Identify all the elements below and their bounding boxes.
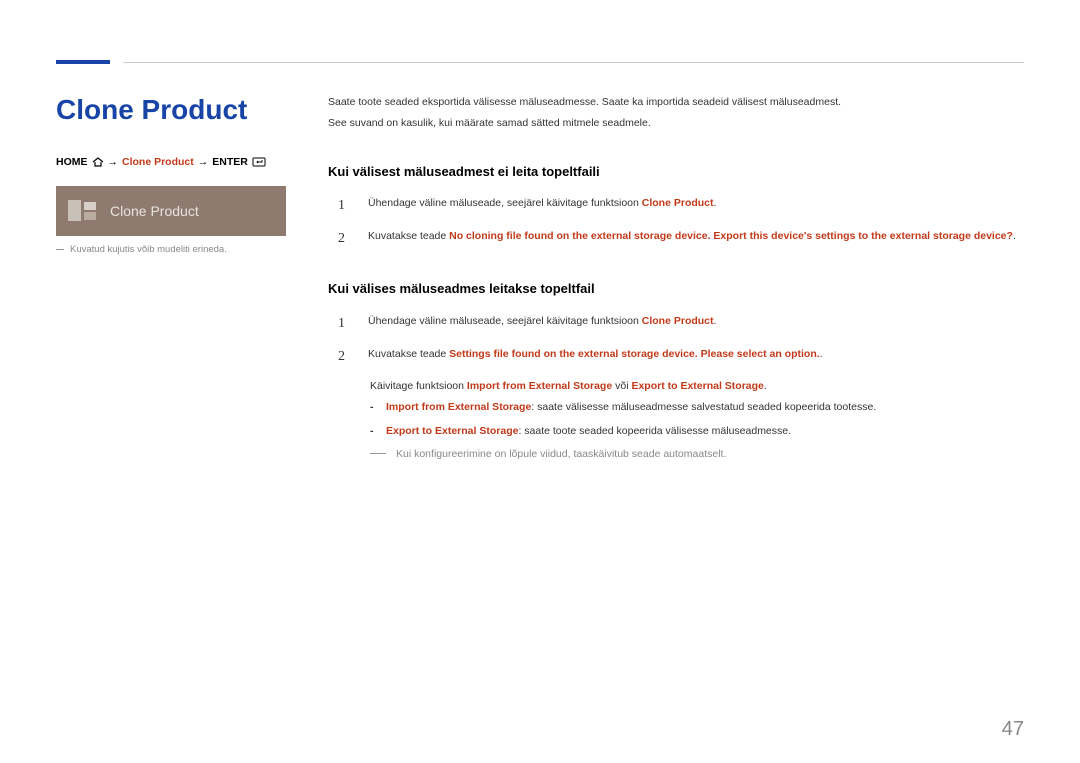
intro-paragraph: Saate toote seaded eksportida välisesse … [328,94,1024,111]
feature-tile: Clone Product [56,186,286,236]
step-body: Kuvatakse teade Settings file found on t… [368,345,1024,368]
step-item: 1 Ühendage väline mäluseade, seejärel kä… [328,312,1024,335]
page-title: Clone Product [56,94,288,126]
emphasis: Export to External Storage [631,380,763,392]
emphasis: Import from External Storage [467,380,612,392]
step-item: 2 Kuvatakse teade No cloning file found … [328,227,1024,250]
emphasis: No cloning file found on the external st… [449,230,1013,242]
header-rule [123,62,1024,63]
step-body: Kuvatakse teade No cloning file found on… [368,227,1024,250]
home-icon [92,156,104,168]
breadcrumb-item: Clone Product [122,156,194,168]
header-accent-bar [56,60,110,64]
breadcrumb-arrow: → [198,156,209,168]
note: Kui konfigureerimine on lõpule viidud, t… [370,446,1024,463]
dash-icon: - [370,423,378,440]
launch-text: Käivitage funktsioon Import from Externa… [370,378,1024,395]
emphasis: Settings file found on the external stor… [449,348,820,360]
page-number: 47 [1002,718,1024,741]
dash-icon: - [370,399,378,416]
emphasis: Export to External Storage [386,425,518,437]
emphasis: Clone Product [642,197,714,209]
section-heading: Kui välises mäluseadmes leitakse topeltf… [328,278,1024,299]
step-body: Ühendage väline mäluseade, seejärel käiv… [368,312,1024,335]
step-number: 2 [338,345,352,368]
enter-icon [252,156,266,168]
intro-paragraph: See suvand on kasulik, kui määrate samad… [328,115,1024,132]
step-number: 1 [338,312,352,335]
note-text: Kui konfigureerimine on lõpule viidud, t… [396,446,726,463]
dash-icon [370,453,386,454]
feature-tile-icon [66,196,96,226]
page-content: Clone Product HOME → Clone Product → ENT… [56,58,1024,463]
breadcrumb: HOME → Clone Product → ENTER [56,156,288,168]
step-number: 2 [338,227,352,250]
dash-icon [56,249,64,250]
breadcrumb-enter: ENTER [212,156,248,168]
breadcrumb-arrow: → [108,156,119,168]
dash-list-item: - Export to External Storage: saate toot… [370,423,1024,440]
step-item: 2 Kuvatakse teade Settings file found on… [328,345,1024,368]
emphasis: Clone Product [642,315,714,327]
left-column: Clone Product HOME → Clone Product → ENT… [56,94,288,463]
feature-tile-label: Clone Product [110,203,199,219]
step-item: 1 Ühendage väline mäluseade, seejärel kä… [328,194,1024,217]
image-caption: Kuvatud kujutis võib mudeliti erineda. [56,244,288,255]
sub-content: Käivitage funktsioon Import from Externa… [370,378,1024,463]
dash-list-item: - Import from External Storage: saate vä… [370,399,1024,416]
breadcrumb-home: HOME [56,156,88,168]
step-number: 1 [338,194,352,217]
caption-text: Kuvatud kujutis võib mudeliti erineda. [70,244,227,255]
section-heading: Kui välisest mäluseadmest ei leita topel… [328,161,1024,182]
right-column: Saate toote seaded eksportida välisesse … [328,94,1024,463]
emphasis: Import from External Storage [386,401,531,413]
step-body: Ühendage väline mäluseade, seejärel käiv… [368,194,1024,217]
